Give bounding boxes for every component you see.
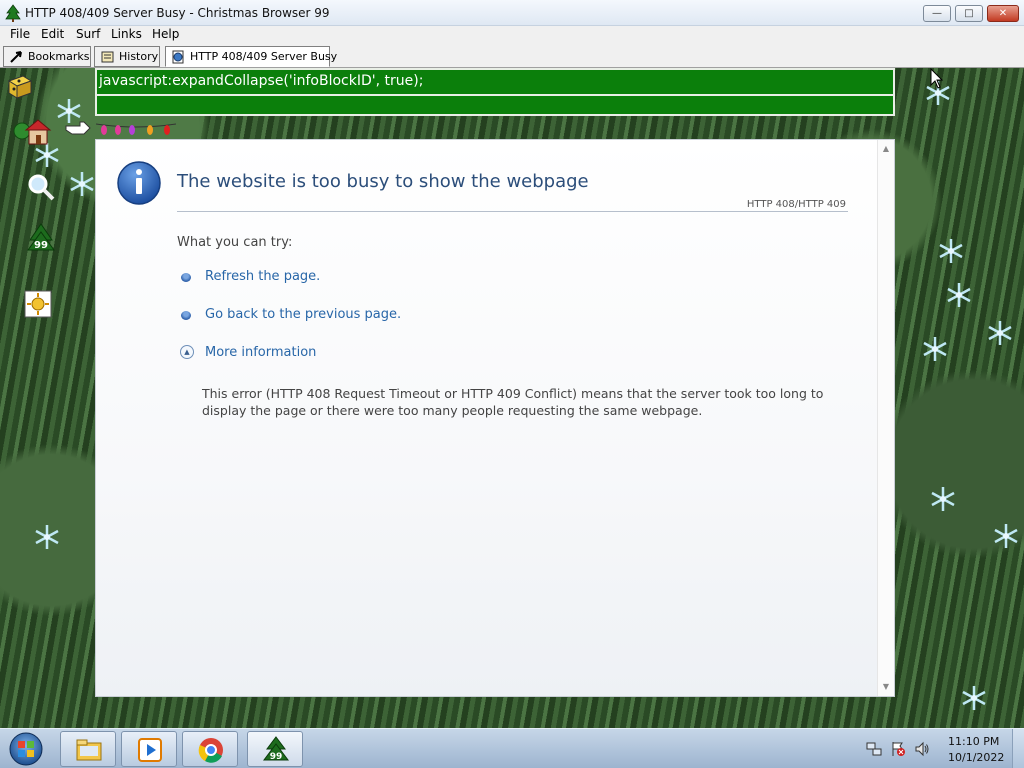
snowflake-icon xyxy=(923,337,947,361)
explorer-icon xyxy=(76,739,102,761)
history-button[interactable]: History xyxy=(94,46,160,67)
title-divider xyxy=(177,211,848,212)
address-input[interactable]: javascript:expandCollapse('infoBlockID',… xyxy=(97,70,893,96)
svg-text:99: 99 xyxy=(270,752,283,762)
title-bar: HTTP 408/409 Server Busy - Christmas Bro… xyxy=(0,0,1024,26)
menu-links[interactable]: Links xyxy=(111,27,142,41)
page-globe-icon xyxy=(172,50,184,64)
snowflake-icon xyxy=(962,686,986,710)
history-scroll-icon xyxy=(101,51,114,63)
menu-help[interactable]: Help xyxy=(152,27,179,41)
menu-surf[interactable]: Surf xyxy=(76,27,100,41)
info-icon xyxy=(117,161,161,205)
taskbar-media-player[interactable] xyxy=(121,731,177,767)
action-center-flag-icon[interactable] xyxy=(890,741,906,757)
show-desktop-button[interactable] xyxy=(1012,729,1024,768)
search-icon[interactable] xyxy=(26,172,56,202)
bookmarks-button[interactable]: Bookmarks xyxy=(3,46,91,67)
network-icon[interactable] xyxy=(866,741,882,757)
address-bar: javascript:expandCollapse('infoBlockID',… xyxy=(95,68,895,116)
maximize-button[interactable]: □ xyxy=(955,5,983,22)
pointing-hand-icon xyxy=(65,121,91,135)
svg-text:99: 99 xyxy=(34,240,48,251)
browser-99-tree-icon[interactable]: 99 xyxy=(26,222,56,256)
christmas-lights-icon xyxy=(96,123,176,135)
tab-current-page[interactable]: HTTP 408/409 Server Busy xyxy=(165,46,337,67)
tab-label: HTTP 408/409 Server Busy xyxy=(190,50,338,63)
home-icon[interactable] xyxy=(12,116,52,146)
refresh-link[interactable]: Refresh the page. xyxy=(205,269,320,284)
more-information-text: This error (HTTP 408 Request Timeout or … xyxy=(202,386,824,418)
clock-time[interactable]: 11:10 PM xyxy=(948,735,999,748)
taskbar: 99 11:10 PM 10/1/2022 xyxy=(0,728,1024,768)
toolbar: Bookmarks History HTTP 408/409 Server Bu… xyxy=(0,44,1024,68)
bullet-icon xyxy=(181,273,191,282)
error-page: The website is too busy to show the webp… xyxy=(95,139,895,697)
window-title: HTTP 408/409 Server Busy - Christmas Bro… xyxy=(25,6,330,20)
error-code: HTTP 408/HTTP 409 xyxy=(746,199,846,210)
snowflake-icon xyxy=(947,283,971,307)
more-information-link[interactable]: More information xyxy=(205,345,316,360)
clock-date[interactable]: 10/1/2022 xyxy=(948,751,1004,764)
scroll-up-icon[interactable]: ▲ xyxy=(881,144,891,154)
minimize-button[interactable]: — xyxy=(923,5,951,22)
snowflake-icon xyxy=(939,239,963,263)
snowflake-icon xyxy=(931,487,955,511)
snowflake-icon xyxy=(70,172,94,196)
snowflake-icon xyxy=(988,321,1012,345)
bullet-icon xyxy=(181,311,191,320)
menu-file[interactable]: File xyxy=(10,27,30,41)
chrome-icon xyxy=(198,738,223,763)
taskbar-chrome[interactable] xyxy=(182,731,238,767)
snowflake-icon xyxy=(994,524,1018,548)
taskbar-christmas-browser[interactable]: 99 xyxy=(247,731,303,767)
gift-icon[interactable] xyxy=(6,72,34,100)
history-label: History xyxy=(119,50,159,63)
mouse-cursor-icon xyxy=(930,68,944,89)
vertical-scrollbar[interactable]: ▲ ▼ xyxy=(877,140,894,696)
collapse-arrow-icon[interactable]: ▲ xyxy=(180,345,194,359)
taskbar-explorer[interactable] xyxy=(60,731,116,767)
error-title: The website is too busy to show the webp… xyxy=(177,171,589,192)
menu-bar: File Edit Surf Links Help xyxy=(0,26,1024,44)
sun-badge-icon[interactable] xyxy=(24,290,52,318)
media-player-icon xyxy=(138,738,162,762)
menu-edit[interactable]: Edit xyxy=(41,27,64,41)
christmas-browser-99-icon: 99 xyxy=(263,736,289,762)
volume-icon[interactable] xyxy=(914,741,930,757)
try-label: What you can try: xyxy=(177,235,293,250)
go-back-link[interactable]: Go back to the previous page. xyxy=(205,307,401,322)
christmas-tree-icon xyxy=(5,4,21,22)
bookmark-arrow-icon xyxy=(10,51,22,63)
snowflake-icon xyxy=(35,525,59,549)
close-button[interactable]: ✕ xyxy=(987,5,1019,22)
bookmarks-label: Bookmarks xyxy=(28,50,90,63)
scroll-down-icon[interactable]: ▼ xyxy=(881,682,891,692)
start-button[interactable] xyxy=(6,731,46,767)
